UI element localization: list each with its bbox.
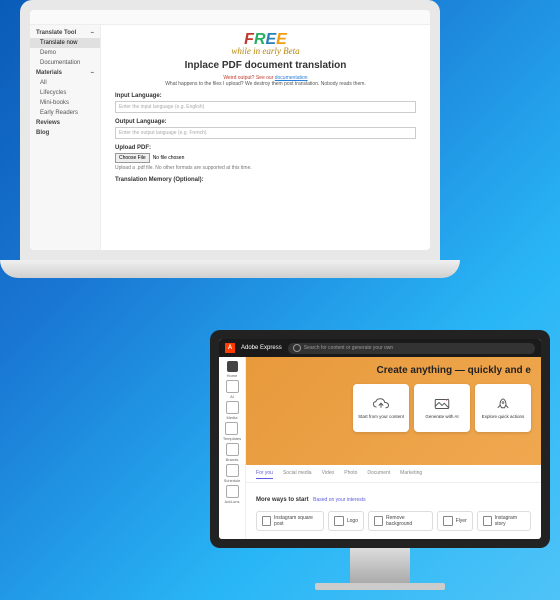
sidebar-item-minibooks[interactable]: Mini-books	[30, 98, 100, 108]
translate-app: Translate Tool– Translate now Demo Docum…	[30, 10, 430, 250]
chip-instagram-story[interactable]: Instagram story	[477, 511, 531, 531]
ai-icon	[226, 380, 239, 393]
eraser-icon	[374, 516, 383, 526]
rail-schedule[interactable]: Schedule	[224, 464, 241, 483]
rail-home[interactable]: Home	[227, 361, 238, 378]
instagram-icon	[483, 516, 492, 526]
sidebar-item-all[interactable]: All	[30, 78, 100, 88]
chip-flyer[interactable]: Flyer	[437, 511, 473, 531]
upload-label: Upload PDF:	[115, 145, 416, 151]
chip-instagram-post[interactable]: Instagram square post	[256, 511, 324, 531]
addons-icon	[226, 485, 239, 498]
sidebar-group-translate[interactable]: Translate Tool–	[30, 28, 100, 38]
tab-video[interactable]: Video	[322, 470, 335, 479]
section-subtitle: Based on your interests	[313, 497, 366, 503]
hero-title: Create anything — quickly and e	[256, 365, 531, 376]
sidebar-item-earlyreaders[interactable]: Early Readers	[30, 108, 100, 118]
rail-ai[interactable]: AI	[226, 380, 239, 399]
page-title: Inplace PDF document translation	[115, 60, 416, 71]
media-icon	[226, 401, 239, 414]
adobe-express-app: A Adobe Express Search for content or ge…	[219, 339, 541, 539]
category-tabs: For you Social media Video Photo Documen…	[246, 465, 541, 483]
sidebar-item-lifecycles[interactable]: Lifecycles	[30, 88, 100, 98]
sidebar: Translate Tool– Translate now Demo Docum…	[30, 25, 101, 250]
tm-label: Translation Memory (Optional):	[115, 177, 416, 183]
sidebar-group-reviews[interactable]: Reviews	[30, 118, 100, 128]
sidebar-group-materials[interactable]: Materials–	[30, 68, 100, 78]
sidebar-item-demo[interactable]: Demo	[30, 48, 100, 58]
main-panel: FREE while in early Beta Inplace PDF doc…	[101, 25, 430, 250]
image-sparkle-icon	[433, 397, 451, 411]
rail-brands[interactable]: Brands	[226, 443, 239, 462]
input-lang-field[interactable]: Enter the input language (e.g. English)	[115, 101, 416, 113]
rail-addons[interactable]: Add-ons	[225, 485, 240, 504]
sidebar-item-translate-now[interactable]: Translate now	[30, 38, 100, 48]
file-status: No file chosen	[153, 155, 185, 161]
schedule-icon	[226, 464, 239, 477]
privacy-note: What happens to the files I upload? We d…	[115, 81, 416, 87]
tab-social[interactable]: Social media	[283, 470, 312, 479]
tab-foryou[interactable]: For you	[256, 470, 273, 479]
choose-file-button[interactable]: Choose File	[115, 153, 150, 163]
hero-banner: Create anything — quickly and e Start fr…	[246, 357, 541, 465]
app-header	[30, 10, 430, 25]
left-rail: Home AI Media Templates Brands Schedule …	[219, 357, 246, 539]
tab-document[interactable]: Document	[367, 470, 390, 479]
card-start-content[interactable]: Start from your content	[353, 384, 409, 432]
card-quick-actions[interactable]: Explore quick actions	[475, 384, 531, 432]
upload-hint: Upload a .pdf file. No other formats are…	[115, 165, 416, 171]
home-icon	[227, 361, 238, 372]
tab-photo[interactable]: Photo	[344, 470, 357, 479]
logo-icon	[334, 516, 344, 526]
brands-icon	[226, 443, 239, 456]
flyer-icon	[443, 516, 453, 526]
tab-marketing[interactable]: Marketing	[400, 470, 422, 479]
search-icon	[293, 344, 301, 352]
output-lang-field[interactable]: Enter the output language (e.g. French)	[115, 127, 416, 139]
templates-icon	[225, 422, 238, 435]
search-input[interactable]: Search for content or generate your own	[288, 343, 535, 354]
adobe-logo-icon: A	[225, 343, 235, 353]
chip-logo[interactable]: Logo	[328, 511, 364, 531]
upload-cloud-icon	[372, 397, 390, 411]
output-lang-label: Output Language:	[115, 119, 416, 125]
rocket-icon	[494, 397, 512, 411]
card-generate-ai[interactable]: Generate with AI	[414, 384, 470, 432]
rail-templates[interactable]: Templates	[223, 422, 241, 441]
sidebar-item-documentation[interactable]: Documentation	[30, 58, 100, 68]
rail-media[interactable]: Media	[226, 401, 239, 420]
topbar: A Adobe Express Search for content or ge…	[219, 339, 541, 357]
section-title: More ways to start	[256, 497, 309, 503]
desktop-device: A Adobe Express Search for content or ge…	[210, 330, 550, 590]
logo-subtitle: while in early Beta	[115, 46, 416, 56]
chip-remove-bg[interactable]: Remove background	[368, 511, 433, 531]
brand-name: Adobe Express	[241, 345, 282, 351]
input-lang-label: Input Language:	[115, 93, 416, 99]
sidebar-group-blog[interactable]: Blog	[30, 128, 100, 138]
laptop-device: Translate Tool– Translate now Demo Docum…	[20, 0, 440, 278]
instagram-icon	[262, 516, 271, 526]
